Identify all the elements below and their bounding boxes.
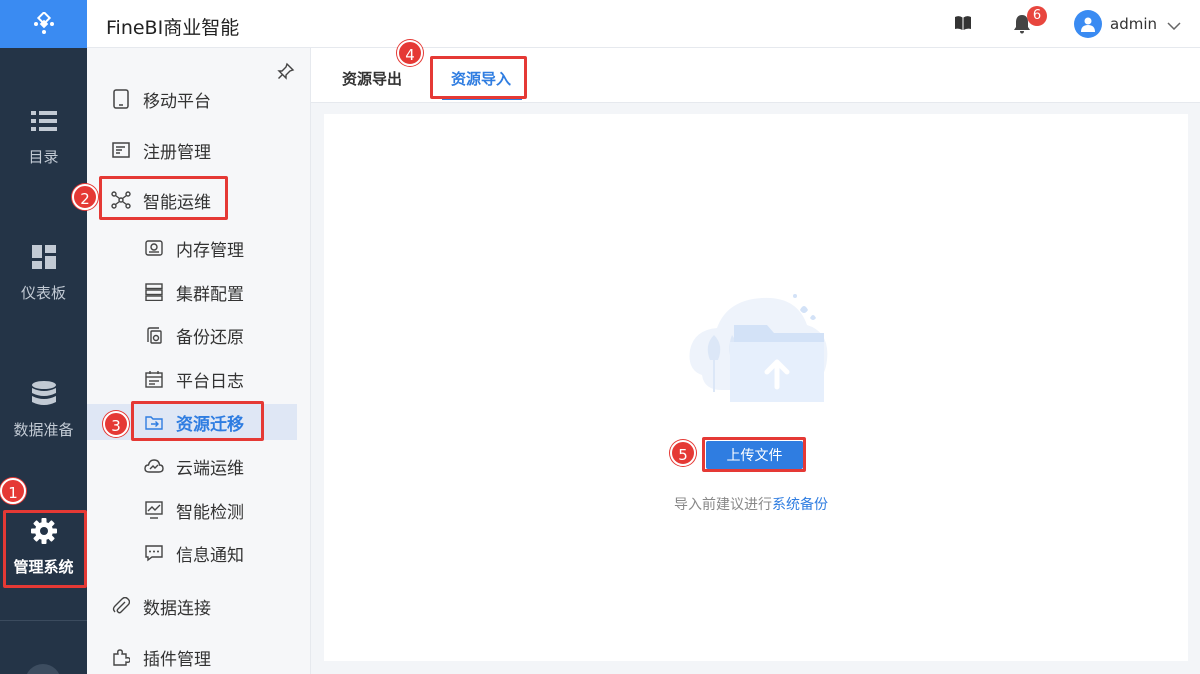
rail-item-label: 仪表板	[20, 284, 66, 302]
management-menu: 移动平台 注册管理 智能运维 内存管理 集群配置 备份还原 平台日志 资源迁移 …	[87, 48, 325, 674]
menu-item-label: 信息通知	[176, 545, 244, 566]
notification-badge: 6	[1027, 6, 1047, 26]
menu-item-label: 内存管理	[176, 240, 244, 261]
upload-folder-illustration	[689, 294, 828, 402]
menu-item-label: 数据连接	[143, 598, 211, 619]
rail-item-catalog[interactable]: 目录	[0, 104, 87, 167]
annotation-number-3: 3	[103, 411, 129, 437]
annotation-box-2	[99, 176, 228, 220]
menu-item-label: 云端运维	[176, 458, 244, 479]
paperclip-icon	[111, 596, 131, 616]
dashboard-icon	[31, 240, 56, 274]
hint-text: 导入前建议进行	[674, 497, 772, 513]
menu-item-plugin[interactable]: 插件管理	[111, 639, 211, 674]
puzzle-icon	[111, 647, 131, 667]
annotation-box-1	[3, 510, 87, 588]
annotation-number-2: 2	[72, 184, 98, 210]
log-icon	[144, 369, 164, 389]
rail-item-label: 目录	[28, 148, 59, 166]
database-icon	[31, 377, 56, 411]
menu-item-label: 平台日志	[176, 371, 244, 392]
menu-item-label: 注册管理	[143, 142, 211, 163]
book-icon[interactable]	[954, 14, 972, 36]
pin-icon[interactable]	[277, 62, 295, 84]
list-icon	[30, 104, 57, 138]
import-hint: 导入前建议进行系统备份	[674, 494, 828, 514]
server-icon	[144, 282, 164, 302]
annotation-number-5: 5	[670, 440, 696, 466]
register-icon	[111, 140, 131, 160]
menu-item-notification[interactable]: 信息通知	[144, 535, 244, 571]
menu-item-label: 集群配置	[176, 284, 244, 305]
chevron-down-icon	[1167, 15, 1181, 34]
menu-item-memory[interactable]: 内存管理	[144, 230, 244, 266]
rail-item-dashboard[interactable]: 仪表板	[0, 240, 87, 303]
memory-icon	[144, 238, 164, 258]
menu-item-label: 备份还原	[176, 327, 244, 348]
menu-item-data-connection[interactable]: 数据连接	[111, 588, 211, 624]
tablet-icon	[111, 89, 131, 109]
message-icon	[144, 543, 164, 563]
app-logo[interactable]	[0, 0, 87, 48]
annotation-box-5	[702, 437, 806, 472]
menu-item-backup[interactable]: 备份还原	[144, 317, 244, 353]
menu-item-cloud-ops[interactable]: 云端运维	[144, 448, 244, 484]
rail-item-label: 数据准备	[13, 421, 74, 439]
app-title: FineBI商业智能	[106, 17, 240, 39]
annotation-box-4	[430, 56, 527, 99]
menu-item-label: 智能检测	[176, 502, 244, 523]
user-menu[interactable]: admin	[1074, 10, 1181, 38]
backup-icon	[144, 325, 164, 345]
top-bar: FineBI商业智能 6 admin	[87, 0, 1200, 48]
menu-item-label: 移动平台	[143, 91, 211, 112]
rail-avatar[interactable]	[25, 664, 61, 674]
menu-item-smart-detection[interactable]: 智能检测	[144, 492, 244, 528]
user-icon	[1074, 10, 1102, 38]
tab-resource-export[interactable]: 资源导出	[342, 68, 402, 89]
annotation-number-1: 1	[0, 478, 26, 504]
cloud-icon	[144, 456, 164, 476]
menu-item-mobile-platform[interactable]: 移动平台	[111, 81, 211, 117]
annotation-box-3	[131, 401, 264, 441]
monitor-icon	[144, 500, 164, 520]
menu-item-platform-log[interactable]: 平台日志	[144, 361, 244, 397]
rail-divider	[0, 620, 87, 621]
rail-item-data-prep[interactable]: 数据准备	[0, 377, 87, 440]
annotation-number-4: 4	[397, 40, 423, 66]
system-backup-link[interactable]: 系统备份	[772, 497, 828, 513]
menu-item-cluster[interactable]: 集群配置	[144, 274, 244, 310]
logo-icon	[33, 12, 54, 34]
user-name: admin	[1110, 15, 1157, 33]
menu-item-registration[interactable]: 注册管理	[111, 132, 211, 168]
menu-item-label: 插件管理	[143, 649, 211, 670]
